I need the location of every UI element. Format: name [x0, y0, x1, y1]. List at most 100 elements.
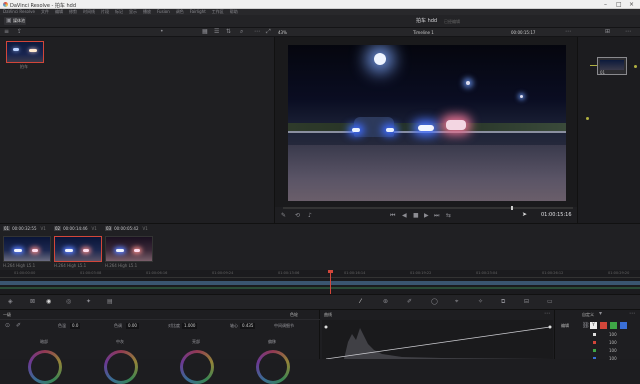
search-icon[interactable]: ⌕ — [240, 29, 243, 35]
menu-item[interactable]: 显示 — [129, 10, 137, 14]
menu-item[interactable]: 时间线 — [83, 10, 95, 14]
menu-item[interactable]: 帮助 — [230, 10, 238, 14]
more-icon[interactable]: ⋯ — [629, 311, 635, 317]
custom-title[interactable]: 自定义 — [582, 313, 594, 317]
menu-item[interactable]: 调色 — [176, 10, 184, 14]
magic-mask-icon[interactable]: ✧ — [478, 299, 483, 305]
menu-item[interactable]: 工作区 — [212, 10, 224, 14]
auto-balance-icon[interactable]: ⊙ — [5, 323, 10, 329]
sort-icon[interactable]: ⇅ — [226, 29, 231, 35]
contrast-value[interactable]: 1.000 — [182, 323, 198, 329]
list-icon[interactable]: ≡ — [4, 29, 9, 35]
audio-track[interactable] — [0, 287, 640, 289]
menu-item[interactable]: DaVinci Resolve — [3, 10, 35, 14]
headlight — [386, 128, 394, 132]
step-back-icon[interactable]: ◀ — [402, 213, 407, 219]
more-icon[interactable]: ⋯ — [254, 29, 260, 35]
wheels-mode[interactable]: 一级 — [3, 313, 11, 317]
green-value[interactable]: 100 — [609, 349, 617, 353]
curve-graph[interactable] — [322, 320, 553, 359]
node-icon[interactable]: ⊞ — [605, 29, 610, 35]
color-match-icon[interactable]: ⊠ — [30, 299, 35, 305]
blue-channel-button[interactable] — [620, 322, 627, 329]
camera-raw-icon[interactable]: ◈ — [8, 299, 13, 305]
playhead[interactable] — [511, 206, 513, 210]
brush-icon[interactable]: ✎ — [281, 213, 286, 219]
color-warper-icon[interactable]: ⊛ — [383, 299, 388, 305]
grid-icon[interactable]: ▦ — [202, 29, 208, 35]
menu-item[interactable]: 编辑 — [55, 10, 63, 14]
sizing-icon[interactable]: ▭ — [547, 299, 553, 305]
contrast-label: 对比度 — [168, 323, 180, 328]
qualifier-icon[interactable]: ✐ — [407, 299, 412, 305]
media-pool-button[interactable]: 媒体池 ▣ — [4, 17, 26, 25]
rgb-mixer-icon[interactable]: ◎ — [66, 299, 71, 305]
luma-channel-button[interactable]: Y — [590, 322, 597, 329]
volume-icon[interactable]: ♪ — [308, 213, 312, 219]
more-icon[interactable]: ⋯ — [625, 29, 631, 35]
tracker-icon[interactable]: ⌖ — [455, 299, 458, 305]
green-channel-button[interactable] — [610, 322, 617, 329]
wheels-tab[interactable]: 色轮 — [290, 313, 298, 317]
expand-icon[interactable]: ⤢ — [266, 29, 271, 35]
stop-icon[interactable]: ■ — [413, 213, 419, 219]
lift-wheel[interactable] — [28, 350, 62, 384]
viewer-frame[interactable] — [288, 45, 566, 201]
window-icon[interactable]: ◯ — [431, 299, 438, 305]
playhead-handle[interactable] — [328, 270, 333, 273]
menu-item[interactable]: 文件 — [41, 10, 49, 14]
chevron-down-icon[interactable]: ▾ — [599, 311, 602, 317]
minimize-icon[interactable]: – — [604, 1, 607, 8]
offset-wheel[interactable] — [256, 350, 290, 384]
tint-value[interactable]: 0.00 — [126, 323, 139, 329]
hdr-icon[interactable]: ▤ — [107, 299, 113, 305]
temp-label: 色温 — [58, 323, 66, 328]
menu-item[interactable]: Fusion — [157, 10, 170, 14]
loop-playback-icon[interactable]: ⇆ — [446, 213, 451, 219]
clip-thumbnail[interactable] — [3, 236, 51, 262]
more-icon[interactable]: ⋯ — [565, 29, 571, 35]
color-wheels-icon[interactable]: ◉ — [46, 299, 51, 305]
zoom-level[interactable]: 43% — [278, 31, 287, 35]
list-view-icon[interactable]: ☰ — [214, 29, 219, 35]
menu-item[interactable]: 播放 — [143, 10, 151, 14]
loop-icon[interactable]: ⟲ — [295, 213, 300, 219]
red-value[interactable]: 100 — [609, 341, 617, 345]
media-pool-clip-thumbnail[interactable] — [6, 41, 44, 63]
clip-strip: 01 00:00:32:55 V1 H.264 High L5.1 02 00:00:14… — [0, 223, 640, 270]
timeline-name[interactable]: Timeline 1 — [413, 31, 434, 35]
motion-effects-icon[interactable]: ✦ — [86, 299, 91, 305]
close-icon[interactable]: × — [629, 1, 634, 8]
play-icon[interactable]: ▶ — [424, 213, 429, 219]
pivot-value[interactable]: 0.435 — [240, 323, 256, 329]
luma-value[interactable]: 100 — [609, 333, 617, 337]
menu-item[interactable]: 片段 — [101, 10, 109, 14]
picker-icon[interactable]: ✐ — [16, 323, 21, 329]
node-output[interactable] — [634, 65, 637, 68]
node-input[interactable] — [586, 117, 589, 120]
menu-item[interactable]: Fairlight — [190, 10, 206, 14]
last-frame-icon[interactable]: ⏭ — [434, 213, 439, 219]
project-name: 拍车 hdd — [416, 18, 438, 24]
menu-item[interactable]: 修剪 — [69, 10, 77, 14]
wheel-label-gain: 亮部 — [192, 339, 200, 344]
upload-icon[interactable]: ⇪ — [17, 29, 22, 35]
link-icon[interactable]: ⛓ — [582, 323, 590, 329]
key-icon[interactable]: ⊟ — [524, 299, 529, 305]
gain-wheel[interactable] — [180, 350, 214, 384]
temp-value[interactable]: 0.0 — [70, 323, 81, 329]
clip-thumbnail[interactable] — [54, 236, 102, 262]
maximize-icon[interactable]: □ — [616, 1, 622, 8]
menu-item[interactable]: 标记 — [115, 10, 123, 14]
first-frame-icon[interactable]: ⏮ — [390, 213, 395, 219]
more-icon[interactable]: ⋯ — [544, 311, 550, 317]
timeline-playhead[interactable] — [330, 270, 331, 294]
curves-icon[interactable]: ⁄ — [360, 299, 361, 305]
node-01[interactable]: 01 — [597, 57, 627, 75]
red-channel-button[interactable] — [600, 322, 607, 329]
blue-value[interactable]: 100 — [609, 357, 617, 361]
clip-thumbnail[interactable] — [105, 236, 153, 262]
gamma-wheel[interactable] — [104, 350, 138, 384]
video-track[interactable] — [0, 281, 640, 285]
blur-icon[interactable]: ⧉ — [501, 299, 505, 305]
